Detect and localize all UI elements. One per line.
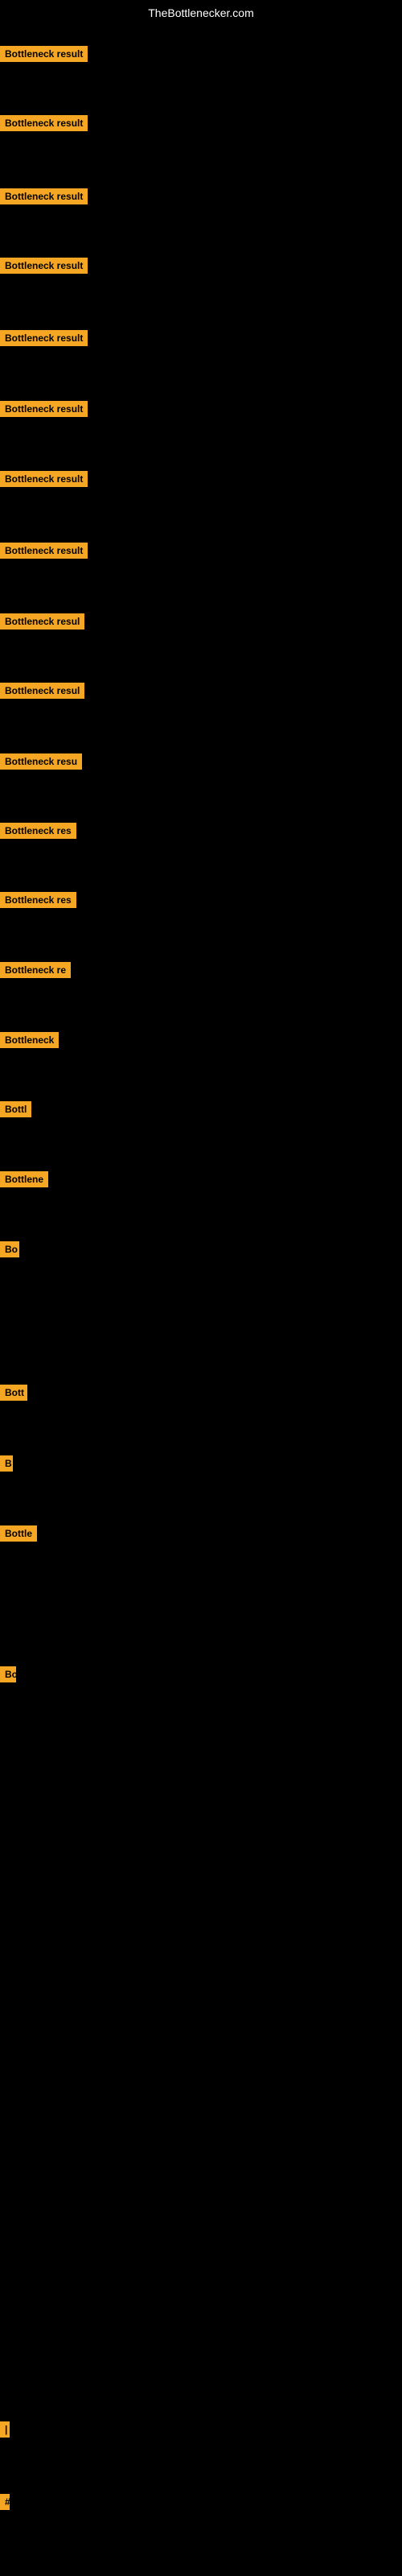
bottleneck-badge-10[interactable]: Bottleneck resul	[0, 683, 84, 699]
bottleneck-badge-22[interactable]: Bo	[0, 1666, 16, 1682]
page-container: TheBottlenecker.com Bottleneck result Bot…	[0, 0, 402, 2576]
bottleneck-badge-20[interactable]: B	[0, 1455, 13, 1472]
bottleneck-badge-4[interactable]: Bottleneck result	[0, 258, 88, 274]
bottleneck-badge-13[interactable]: Bottleneck res	[0, 892, 76, 908]
bottleneck-badge-23[interactable]: |	[0, 2421, 10, 2438]
bottleneck-badge-5[interactable]: Bottleneck result	[0, 330, 88, 346]
bottleneck-badge-24[interactable]: #	[0, 2494, 10, 2510]
bottleneck-badge-6[interactable]: Bottleneck result	[0, 401, 88, 417]
bottleneck-badge-18[interactable]: Bo	[0, 1241, 19, 1257]
bottleneck-badge-15[interactable]: Bottleneck	[0, 1032, 59, 1048]
bottleneck-badge-7[interactable]: Bottleneck result	[0, 471, 88, 487]
bottleneck-badge-21[interactable]: Bottle	[0, 1525, 37, 1542]
bottleneck-badge-9[interactable]: Bottleneck resul	[0, 613, 84, 630]
site-title: TheBottlenecker.com	[0, 0, 402, 26]
bottleneck-badge-11[interactable]: Bottleneck resu	[0, 753, 82, 770]
bottleneck-badge-3[interactable]: Bottleneck result	[0, 188, 88, 204]
bottleneck-badge-8[interactable]: Bottleneck result	[0, 543, 88, 559]
bottleneck-badge-17[interactable]: Bottlene	[0, 1171, 48, 1187]
bottleneck-badge-14[interactable]: Bottleneck re	[0, 962, 71, 978]
bottleneck-badge-19[interactable]: Bott	[0, 1385, 27, 1401]
bottleneck-badge-12[interactable]: Bottleneck res	[0, 823, 76, 839]
bottleneck-badge-1[interactable]: Bottleneck result	[0, 46, 88, 62]
bottleneck-badge-16[interactable]: Bottl	[0, 1101, 31, 1117]
bottleneck-badge-2[interactable]: Bottleneck result	[0, 115, 88, 131]
